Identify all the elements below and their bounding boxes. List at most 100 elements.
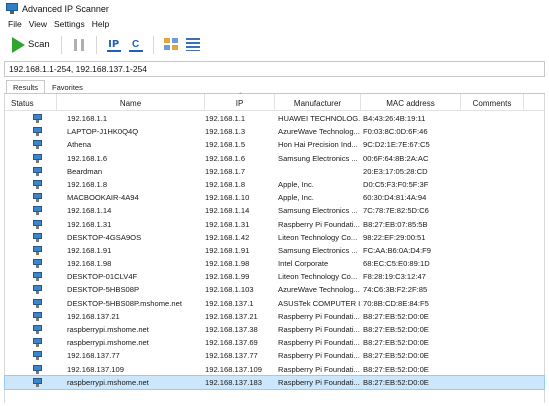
device-ip: 192.168.137.183 [205, 377, 263, 387]
device-name[interactable]: 192.168.1.8 [67, 178, 205, 191]
device-name[interactable]: DESKTOP-5HBS08P.mshome.net [67, 297, 205, 310]
app-monitor-icon [6, 3, 18, 14]
column-header-manufacturer[interactable]: Manufacturer [275, 94, 361, 111]
device-ip: 192.168.1.14 [205, 206, 250, 216]
device-name[interactable]: MACBOOKAIR-4A94 [67, 191, 205, 204]
table-row[interactable]: 192.168.137.21 192.168.137.21 Raspberry Pi… [5, 310, 544, 323]
device-name[interactable]: raspberrypi.mshome.net [67, 376, 205, 389]
table-row[interactable]: DESKTOP-4GSA9OS 192.168.1.42 Liteon Techno… [5, 231, 544, 244]
scan-button[interactable]: Scan [10, 35, 55, 55]
ip-range-input[interactable]: 192.168.1.1-254, 192.168.137.1-254 [4, 61, 545, 77]
scan-label: Scan [28, 39, 50, 50]
device-mac: 20:E3:17:05:28:CD [363, 166, 428, 176]
status-cell [5, 204, 57, 217]
table-row[interactable]: 192.168.1.31 192.168.1.31 Raspberry Pi Fou… [5, 218, 544, 231]
column-header-status[interactable]: Status [5, 94, 57, 111]
computer-online-icon [33, 166, 42, 176]
table-row[interactable]: raspberrypi.mshome.net 192.168.137.183 Ras… [4, 374, 545, 390]
table-row[interactable]: Athena 192.168.1.5 Hon Hai Precision Ind..… [5, 138, 544, 151]
column-header-comments[interactable]: Comments [461, 94, 524, 111]
device-ip: 192.168.1.5 [205, 140, 246, 150]
table-row[interactable]: raspberrypi.mshome.net 192.168.137.69 Rasp… [5, 336, 544, 349]
computer-online-icon [33, 245, 42, 255]
device-ip: 192.168.137.21 [205, 311, 258, 321]
device-mac: 9C:D2:1E:7E:67:C5 [363, 140, 430, 150]
device-ip: 192.168.1.103 [205, 285, 254, 295]
device-name[interactable]: 192.168.1.1 [67, 112, 205, 125]
table-row[interactable]: 192.168.1.1 192.168.1.1 HUAWEI TECHNOLOG..… [5, 112, 544, 125]
device-manufacturer: AzureWave Technolog... [278, 127, 360, 137]
device-name[interactable]: 192.168.137.109 [67, 363, 205, 376]
device-name[interactable]: DESKTOP-01CLV4F [67, 270, 205, 283]
status-cell [5, 336, 57, 349]
device-name[interactable]: raspberrypi.mshome.net [67, 323, 205, 336]
toolbar-separator [152, 35, 154, 54]
pause-icon[interactable] [73, 38, 84, 51]
table-row[interactable]: MACBOOKAIR-4A94 192.168.1.10 Apple, Inc. 60… [5, 191, 544, 204]
table-row[interactable]: 192.168.137.109 192.168.137.109 Raspberry … [5, 363, 544, 376]
menu-settings[interactable]: Settings [54, 19, 85, 29]
device-mac: D0:C5:F3:F0:5F:3F [363, 179, 429, 189]
tab-results[interactable]: Results [6, 80, 46, 94]
results-table: Status Name ⌃ IP Manufacturer MAC addres… [4, 93, 545, 403]
device-name[interactable]: DESKTOP-5HBS08P [67, 283, 205, 296]
device-ip: 192.168.137.77 [205, 351, 258, 361]
device-ip: 192.168.1.98 [205, 259, 250, 269]
device-name[interactable]: Athena [67, 138, 205, 151]
status-cell [5, 178, 57, 191]
table-row[interactable]: 192.168.1.8 192.168.1.8 Apple, Inc. D0:C5:F… [5, 178, 544, 191]
expand-all-icon[interactable] [163, 38, 178, 51]
menu-help[interactable]: Help [92, 19, 109, 29]
computer-online-icon [33, 272, 42, 282]
device-ip: 192.168.1.42 [205, 232, 250, 242]
tab-favorites[interactable]: Favorites [45, 80, 90, 94]
device-name[interactable]: 192.168.1.91 [67, 244, 205, 257]
status-cell [5, 283, 57, 296]
menu-file[interactable]: File [8, 19, 22, 29]
device-mac: B8:27:EB:52:D0:0E [363, 311, 429, 321]
table-row[interactable]: raspberrypi.mshome.net 192.168.137.38 Rasp… [5, 323, 544, 336]
device-manufacturer: Raspberry Pi Foundati... [278, 325, 360, 334]
device-manufacturer: Hon Hai Precision Ind... [278, 140, 358, 150]
device-name[interactable]: 192.168.1.31 [67, 218, 205, 231]
device-name[interactable]: raspberrypi.mshome.net [67, 336, 205, 349]
table-row[interactable]: 192.168.1.14 192.168.1.14 Samsung Electron… [5, 204, 544, 217]
status-cell [5, 297, 57, 310]
table-row[interactable]: Beardman 192.168.1.7 20:E3:17:05:28:CD [5, 165, 544, 178]
ip-class-icon[interactable]: IP [106, 38, 121, 52]
collapse-all-icon[interactable] [185, 38, 200, 51]
table-header: Status Name ⌃ IP Manufacturer MAC addres… [5, 93, 544, 111]
device-name[interactable]: 192.168.1.6 [67, 152, 205, 165]
column-header-mac[interactable]: MAC address [361, 94, 461, 111]
device-mac: B8:27:EB:52:D0:0E [363, 377, 429, 387]
table-row[interactable]: DESKTOP-01CLV4F 192.168.1.99 Liteon Techno… [5, 270, 544, 283]
device-ip: 192.168.137.38 [205, 325, 258, 334]
device-mac: FC:AA:B6:0A:D4:F9 [363, 245, 431, 255]
device-name[interactable]: LAPTOP-J1HK0Q4Q [67, 125, 205, 138]
computer-online-icon [33, 219, 42, 229]
table-row[interactable]: LAPTOP-J1HK0Q4Q 192.168.1.3 AzureWave Tech… [5, 125, 544, 138]
device-name[interactable]: DESKTOP-4GSA9OS [67, 231, 205, 244]
menu-view[interactable]: View [29, 19, 47, 29]
column-header-ip[interactable]: ⌃ IP [205, 93, 275, 111]
table-row[interactable]: DESKTOP-5HBS08P 192.168.1.103 AzureWave Te… [5, 283, 544, 296]
device-name[interactable]: 192.168.1.14 [67, 204, 205, 217]
table-row[interactable]: 192.168.1.98 192.168.1.98 Intel Corporate 6… [5, 257, 544, 270]
status-cell [5, 270, 57, 283]
device-mac: 68:EC:C5:E0:89:1D [363, 259, 430, 269]
column-header-name[interactable]: Name [57, 94, 205, 111]
device-mac: B8:27:EB:52:D0:0E [363, 325, 429, 334]
table-row[interactable]: 192.168.137.77 192.168.137.77 Raspberry Pi… [5, 349, 544, 362]
table-row[interactable]: DESKTOP-5HBS08P.mshome.net 192.168.137.1 A… [5, 297, 544, 310]
table-row[interactable]: 192.168.1.6 192.168.1.6 Samsung Electronic… [5, 152, 544, 165]
computer-online-icon [33, 140, 42, 150]
subnet-c-icon[interactable]: C [128, 38, 143, 52]
device-ip: 192.168.1.91 [205, 245, 250, 255]
table-row[interactable]: 192.168.1.91 192.168.1.91 Samsung Electron… [5, 244, 544, 257]
computer-online-icon [33, 325, 42, 334]
device-name[interactable]: 192.168.1.98 [67, 257, 205, 270]
device-name[interactable]: 192.168.137.77 [67, 349, 205, 362]
device-manufacturer: Raspberry Pi Foundati... [278, 377, 360, 387]
device-name[interactable]: Beardman [67, 165, 205, 178]
device-name[interactable]: 192.168.137.21 [67, 310, 205, 323]
